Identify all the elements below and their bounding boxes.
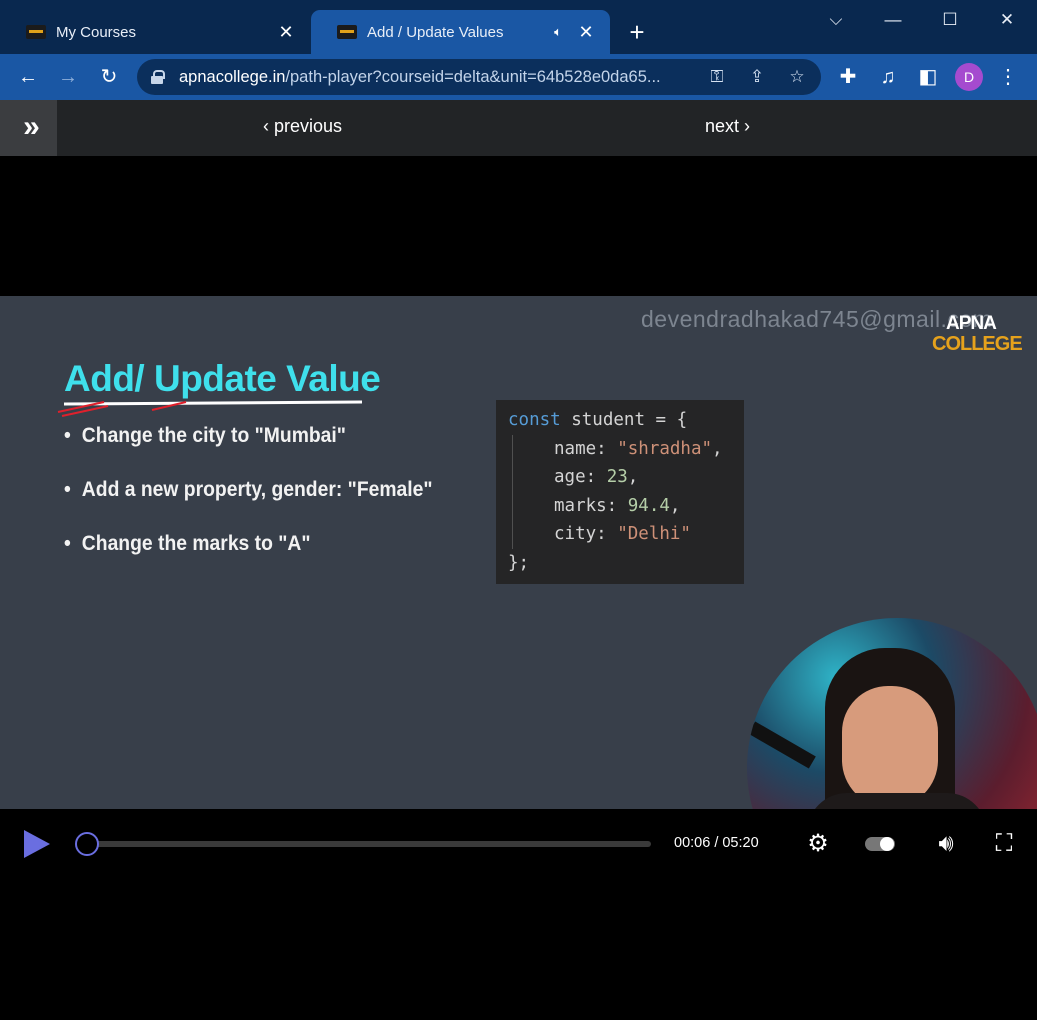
next-link[interactable]: next › (705, 116, 750, 137)
play-button[interactable] (24, 830, 50, 858)
tab-add-update-values[interactable]: Add / Update Values 🔈︎ ✕ (311, 10, 610, 54)
browser-menu-icon[interactable]: ⋮ (992, 61, 1024, 93)
new-tab-button[interactable]: + (624, 17, 650, 47)
apna-college-logo: APNA COLLEGE (932, 313, 1023, 355)
course-nav-bar: » ‹ previous next › (0, 100, 1037, 156)
time-display: 00:06 / 05:20 (674, 835, 759, 851)
share-icon[interactable]: ⇪ (741, 61, 773, 93)
apna-college-favicon-icon (337, 25, 357, 39)
apna-college-favicon-icon (26, 25, 46, 39)
key-icon[interactable]: ⚿ (701, 61, 733, 93)
code-snippet: const student = { name: "shradha", age: … (496, 400, 744, 584)
title-underline (57, 400, 363, 417)
previous-link[interactable]: ‹ previous (263, 116, 342, 137)
bullet-list: Change the city to "Mumbai" Add a new pr… (64, 424, 465, 586)
tab-title: My Courses (56, 23, 137, 41)
settings-gear-icon[interactable]: ⚙ (802, 828, 834, 860)
volume-icon[interactable]: 🔊︎ (930, 828, 962, 860)
microphone-icon (748, 721, 816, 769)
extensions-icon[interactable]: ✚ (832, 61, 864, 93)
close-tab-icon[interactable]: ✕ (576, 22, 596, 43)
fullscreen-icon[interactable]: ⛶ (988, 828, 1020, 860)
reload-button[interactable]: ↻ (93, 61, 125, 93)
address-bar[interactable]: apnacollege.in/path-player?courseid=delt… (137, 59, 821, 95)
media-control-icon[interactable]: ♫ (872, 61, 904, 93)
list-item: Change the marks to "A" (64, 532, 433, 586)
slide-title: Add/ Update Value (64, 358, 381, 399)
lecture-slide: devendradhakad745@gmail.com APNA COLLEGE… (0, 296, 1037, 809)
video-player[interactable]: devendradhakad745@gmail.com APNA COLLEGE… (0, 156, 1037, 1020)
maximize-button[interactable]: ☐ (930, 6, 970, 34)
tab-strip: My Courses ✕ Add / Update Values 🔈︎ ✕ + … (0, 0, 1037, 54)
bookmark-star-icon[interactable]: ☆ (781, 61, 813, 93)
browser-toolbar: ← → ↻ apnacollege.in/path-player?coursei… (0, 54, 1037, 100)
expand-sidebar-icon[interactable]: » (0, 100, 57, 156)
tab-my-courses[interactable]: My Courses ✕ (0, 10, 310, 54)
list-item: Change the city to "Mumbai" (64, 424, 433, 478)
tab-search-icon[interactable]: ⌵ (816, 6, 856, 34)
back-button[interactable]: ← (12, 61, 44, 93)
seek-bar[interactable] (87, 841, 651, 847)
minimize-button[interactable]: — (873, 6, 913, 34)
audio-playing-icon[interactable]: 🔈︎ (546, 24, 570, 40)
tab-title: Add / Update Values (367, 23, 504, 41)
instructor-facecam (747, 618, 1037, 809)
list-item: Add a new property, gender: "Female" (64, 478, 433, 532)
autoplay-toggle[interactable] (865, 837, 895, 851)
forward-button[interactable]: → (52, 61, 84, 93)
player-controls: 00:06 / 05:20 ⚙ 🔊︎ ⛶ (0, 809, 1037, 877)
side-panel-icon[interactable]: ◧ (912, 61, 944, 93)
seek-handle[interactable] (75, 832, 99, 856)
close-window-button[interactable]: ✕ (987, 6, 1027, 34)
lock-icon[interactable] (151, 70, 165, 84)
url-text: apnacollege.in/path-player?courseid=delt… (179, 67, 661, 86)
profile-avatar[interactable]: D (955, 63, 983, 91)
close-tab-icon[interactable]: ✕ (276, 22, 296, 43)
